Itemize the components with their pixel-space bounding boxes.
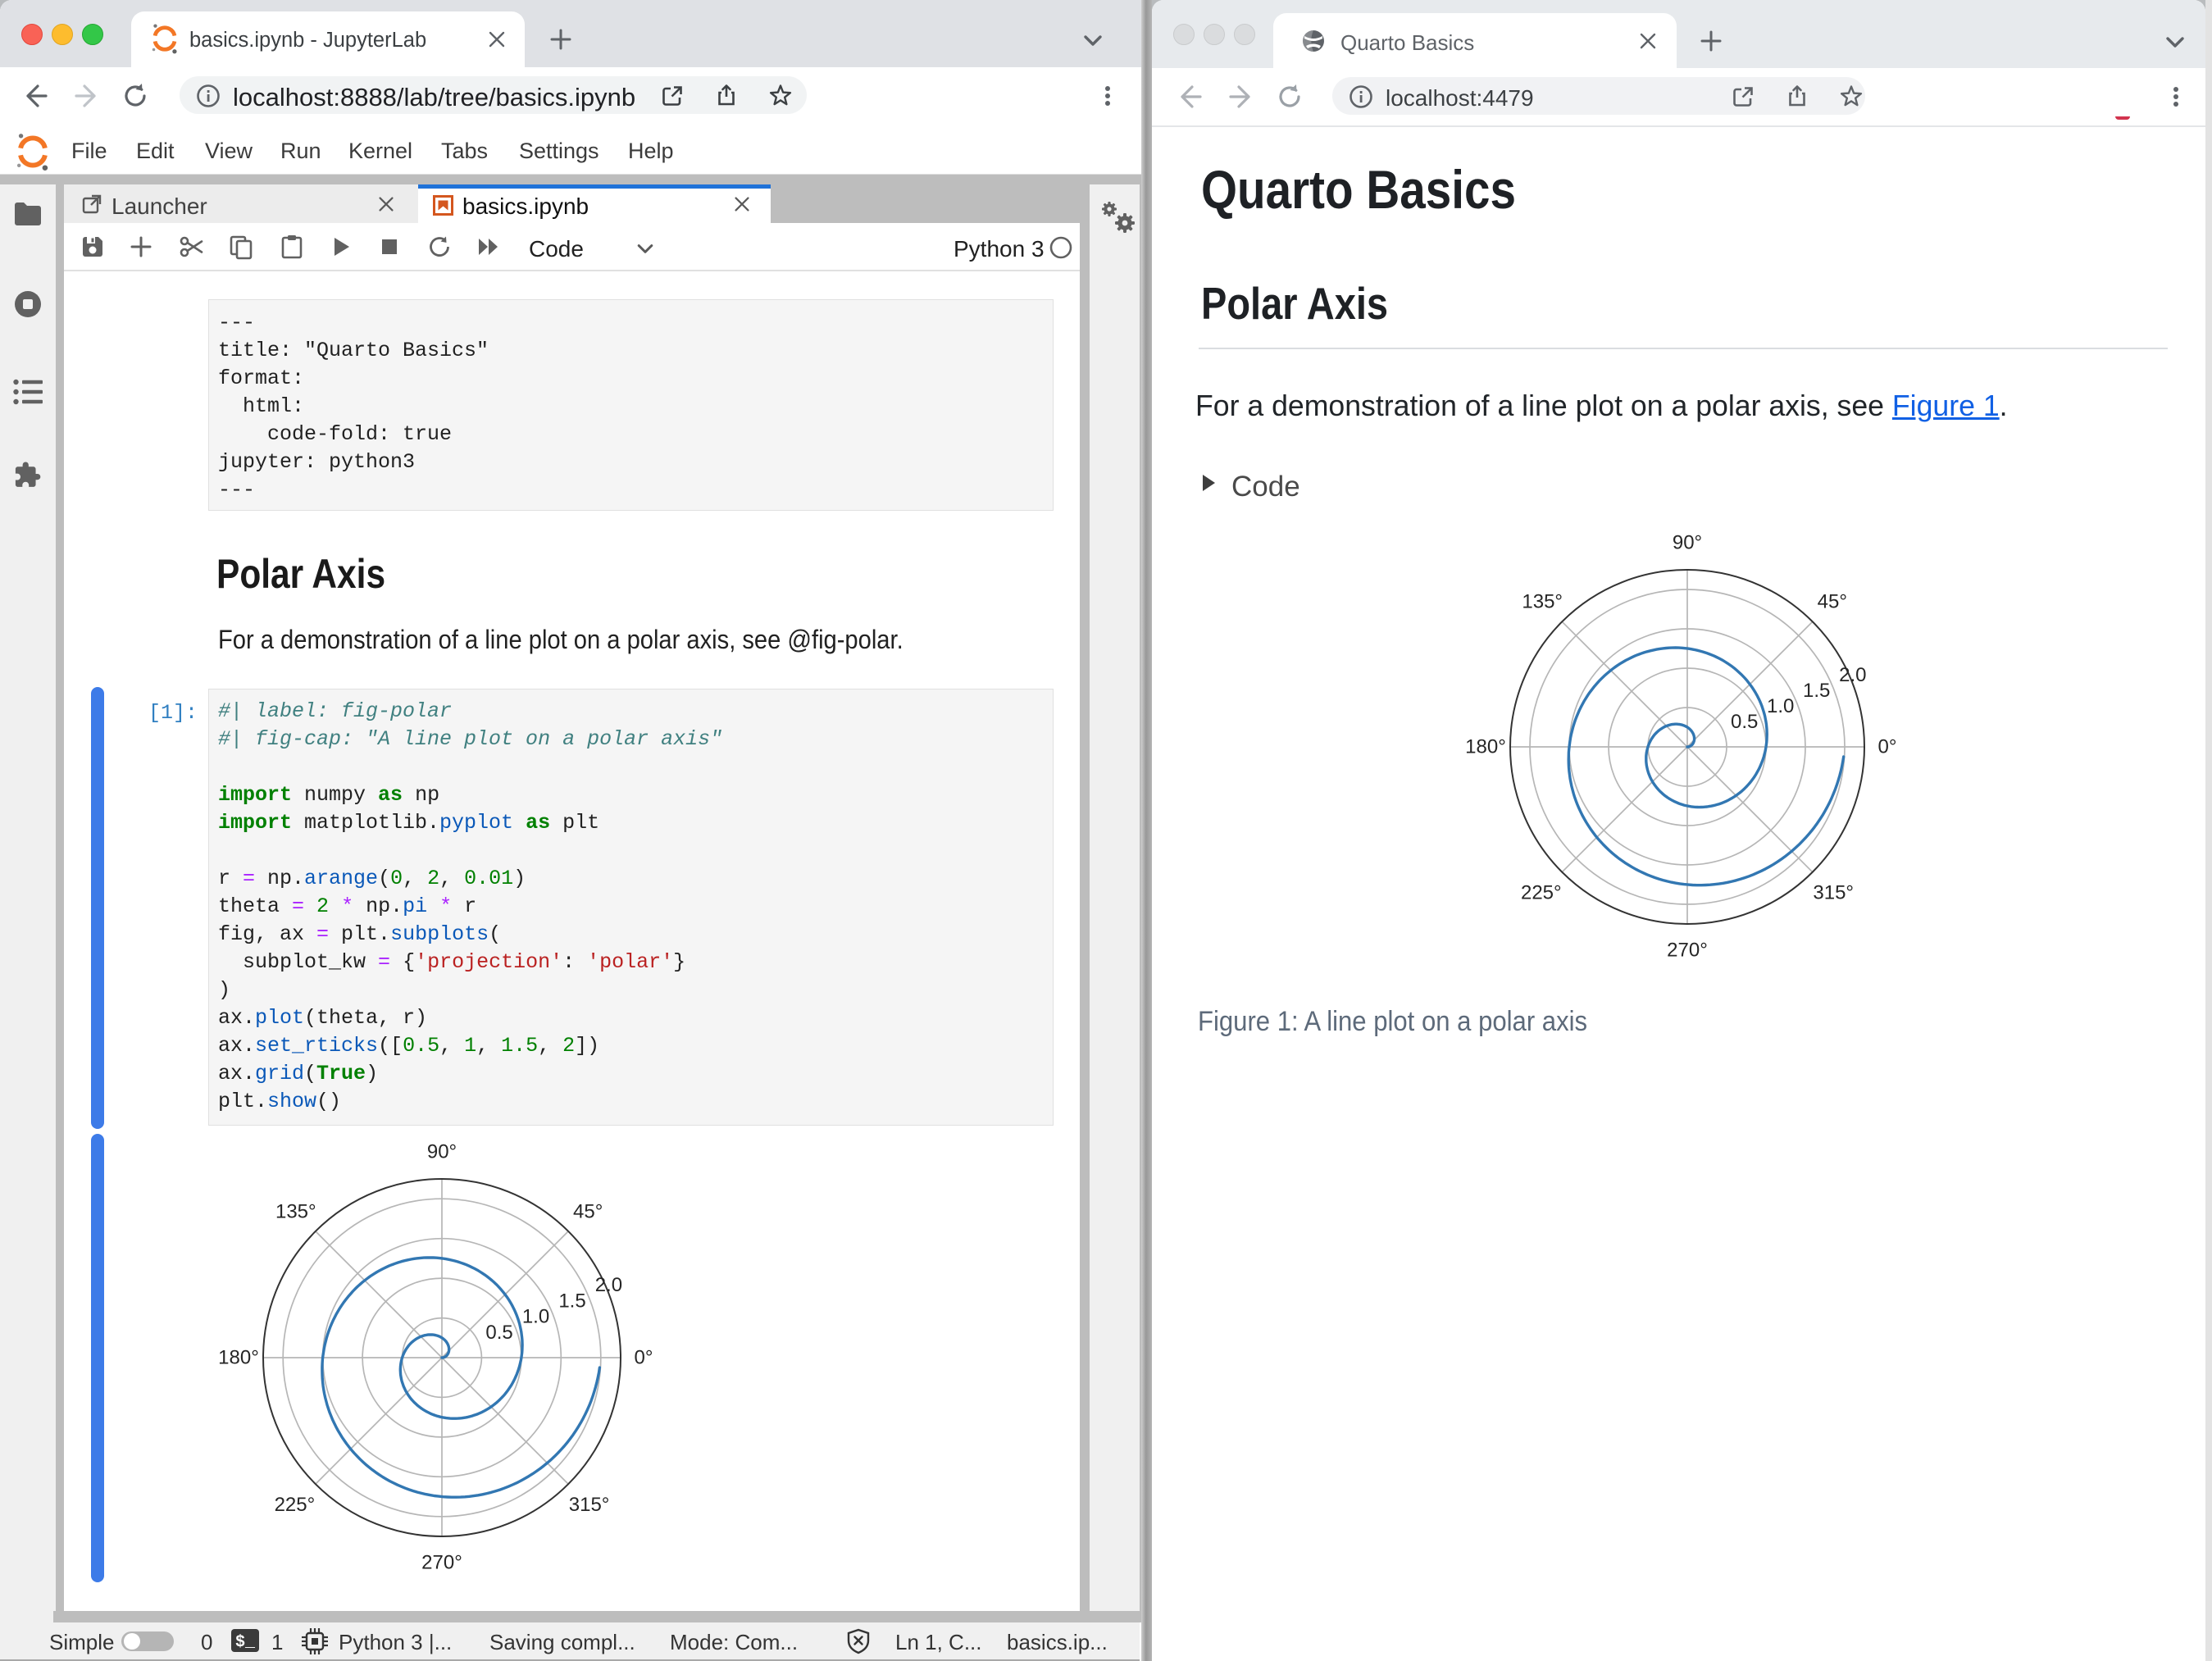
svg-text:0°: 0° xyxy=(635,1347,653,1369)
svg-text:1.5: 1.5 xyxy=(1803,680,1830,702)
svg-text:45°: 45° xyxy=(573,1200,603,1222)
svg-text:1.0: 1.0 xyxy=(1767,695,1794,717)
svg-text:270°: 270° xyxy=(1667,940,1708,962)
svg-text:90°: 90° xyxy=(427,1141,457,1163)
svg-text:270°: 270° xyxy=(421,1552,462,1574)
svg-text:0.5: 0.5 xyxy=(485,1322,512,1344)
svg-text:315°: 315° xyxy=(1813,882,1854,904)
svg-text:180°: 180° xyxy=(218,1347,259,1369)
svg-text:0.5: 0.5 xyxy=(1731,711,1758,733)
svg-text:135°: 135° xyxy=(275,1200,316,1222)
svg-text:45°: 45° xyxy=(1818,591,1847,613)
svg-text:2.0: 2.0 xyxy=(595,1274,622,1296)
svg-text:180°: 180° xyxy=(1465,736,1506,758)
svg-text:2.0: 2.0 xyxy=(1839,664,1866,686)
svg-text:225°: 225° xyxy=(1521,882,1562,904)
svg-text:90°: 90° xyxy=(1673,532,1702,554)
svg-text:135°: 135° xyxy=(1522,591,1563,613)
svg-text:1.0: 1.0 xyxy=(522,1306,549,1328)
svg-text:0°: 0° xyxy=(1878,736,1897,758)
svg-text:315°: 315° xyxy=(569,1494,610,1516)
svg-text:225°: 225° xyxy=(275,1494,316,1516)
svg-text:1.5: 1.5 xyxy=(558,1290,585,1312)
